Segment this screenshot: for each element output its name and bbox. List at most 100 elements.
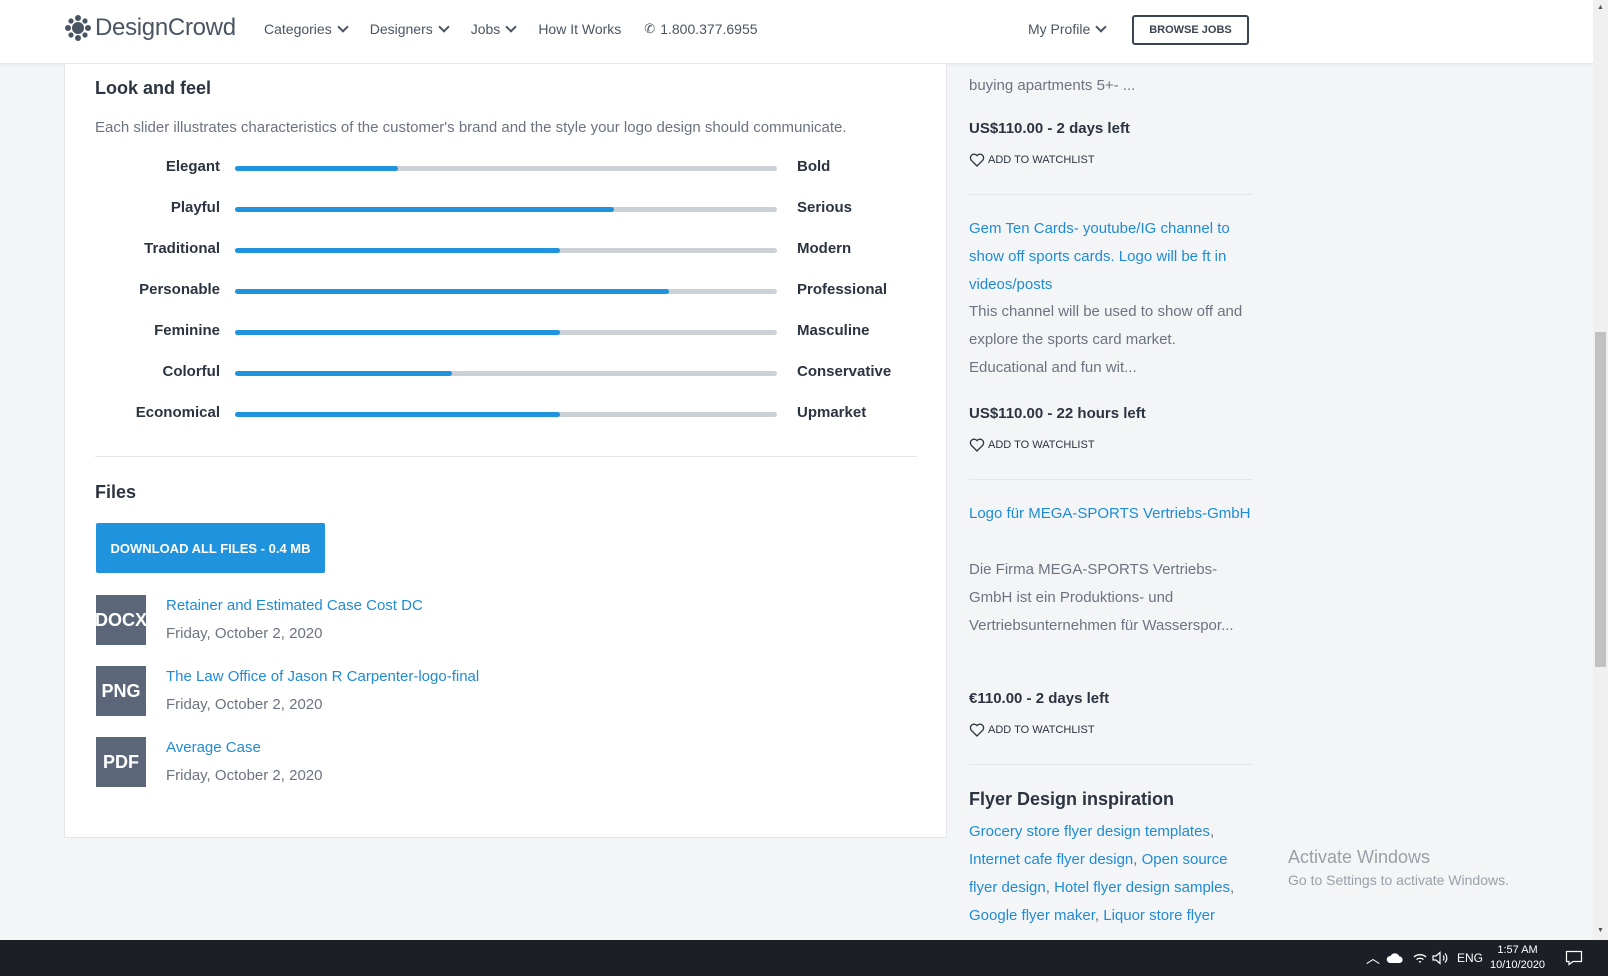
nav-how-it-works-label: How It Works: [538, 21, 622, 37]
chevron-down-icon: [337, 21, 349, 33]
slider-track: [235, 248, 777, 253]
slider-track: [235, 412, 777, 417]
inspiration-link[interactable]: Grocery store flyer design templates: [969, 823, 1210, 840]
file-item: PNG The Law Office of Jason R Carpenter-…: [96, 666, 596, 716]
job-divider: [969, 764, 1252, 765]
slider-right-label: Modern: [797, 240, 852, 257]
job-title-link[interactable]: Logo für MEGA-SPORTS Vertriebs-GmbH: [969, 500, 1252, 528]
slider-track: [235, 371, 777, 376]
file-name-link[interactable]: The Law Office of Jason R Carpenter-logo…: [166, 668, 479, 685]
file-item: DOCX Retainer and Estimated Case Cost DC…: [96, 595, 596, 645]
heart-icon: [969, 438, 985, 452]
file-name-link[interactable]: Retainer and Estimated Case Cost DC: [166, 597, 423, 614]
slider-left-label: Colorful: [162, 363, 221, 380]
slider-track: [235, 289, 777, 294]
brand-slider-row: Personable Professional: [65, 279, 948, 303]
png-file-icon: PNG: [96, 666, 146, 716]
clock-time: 1:57 AM: [1497, 944, 1538, 956]
add-to-watchlist-button[interactable]: ADD TO WATCHLIST: [969, 152, 1095, 168]
watchlist-label: ADD TO WATCHLIST: [988, 154, 1095, 166]
nav-categories[interactable]: Categories: [264, 21, 349, 37]
phone-number: 1.800.377.6955: [660, 21, 758, 37]
nav-how-it-works[interactable]: How It Works: [538, 21, 621, 37]
nav-designers-label: Designers: [369, 21, 433, 37]
slider-right-label: Conservative: [797, 363, 892, 380]
brief-card: Look and feel Each slider illustrates ch…: [64, 64, 947, 838]
heart-icon: [969, 153, 985, 167]
inspiration-link[interactable]: Google flyer maker: [969, 907, 1095, 924]
download-all-files-button[interactable]: DOWNLOAD ALL FILES - 0.4 MB: [96, 523, 325, 573]
slider-left-label: Personable: [139, 281, 220, 298]
nav-phone[interactable]: ✆ 1.800.377.6955: [644, 21, 757, 37]
nav-designers[interactable]: Designers: [369, 21, 450, 37]
job-divider: [969, 479, 1252, 480]
look-and-feel-title: Look and feel: [95, 78, 212, 98]
slider-right-label: Upmarket: [797, 404, 867, 421]
inspiration-link[interactable]: Hotel flyer design samples: [1054, 879, 1230, 896]
slider-left-label: Traditional: [144, 240, 220, 257]
brand-slider-row: Economical Upmarket: [65, 402, 948, 426]
activate-windows-title: Activate Windows: [1288, 847, 1431, 867]
file-item: PDF Average Case Friday, October 2, 2020: [96, 737, 596, 787]
page-scrollbar[interactable]: ▲ ▼: [1593, 0, 1608, 940]
brand-slider-row: Elegant Bold: [65, 156, 948, 180]
slider-fill: [235, 412, 561, 417]
slider-track: [235, 330, 777, 335]
main-nav: Categories Designers Jobs How It Works ✆…: [264, 21, 781, 37]
slider-fill: [235, 289, 669, 294]
browse-jobs-button[interactable]: BROWSE JOBS: [1132, 15, 1249, 45]
slider-right-label: Masculine: [797, 322, 870, 339]
chevron-up-icon[interactable]: ︿: [1366, 948, 1380, 968]
scroll-up-arrow-icon[interactable]: ▲: [1597, 4, 1604, 11]
clock-date: 10/10/2020: [1490, 959, 1546, 971]
chevron-down-icon: [505, 21, 517, 33]
nav-jobs[interactable]: Jobs: [471, 21, 517, 37]
job-description: This channel will be used to show off an…: [969, 303, 1243, 376]
slider-left-label: Feminine: [154, 322, 220, 339]
wifi-icon[interactable]: [1412, 951, 1428, 965]
brand-slider-row: Playful Serious: [65, 197, 948, 221]
inspiration-links: Grocery store flyer design templates, In…: [969, 823, 1235, 924]
docx-file-icon: DOCX: [96, 595, 146, 645]
slider-right-label: Professional: [797, 281, 888, 298]
add-to-watchlist-button[interactable]: ADD TO WATCHLIST: [969, 437, 1095, 453]
heart-icon: [969, 723, 985, 737]
phone-icon: ✆: [644, 21, 656, 36]
input-language[interactable]: ENG: [1457, 951, 1483, 965]
activate-windows-subtitle: Go to Settings to activate Windows.: [1288, 872, 1509, 888]
slider-fill: [235, 166, 398, 171]
chevron-down-icon: [1095, 21, 1107, 33]
brand-logo[interactable]: DesignCrowd: [64, 14, 236, 42]
add-to-watchlist-button[interactable]: ADD TO WATCHLIST: [969, 722, 1095, 738]
slider-right-label: Serious: [797, 199, 853, 216]
windows-taskbar: ︿ ENG 1:57 AM 10/10/2020: [0, 940, 1608, 976]
job-divider: [969, 194, 1252, 195]
job-description: Die Firma MEGA-SPORTS Vertriebs-GmbH ist…: [969, 561, 1234, 634]
slider-track: [235, 207, 777, 212]
job-title-link[interactable]: Gem Ten Cards- youtube/IG channel to sho…: [969, 215, 1252, 299]
inspiration-link[interactable]: Internet cafe flyer design: [969, 851, 1133, 868]
activate-windows-watermark: Activate Windows Go to Settings to activ…: [1288, 847, 1509, 888]
brand-slider-row: Feminine Masculine: [65, 320, 948, 344]
system-clock[interactable]: 1:57 AM 10/10/2020: [1490, 943, 1545, 973]
file-date: Friday, October 2, 2020: [166, 625, 323, 642]
brand-name: DesignCrowd: [95, 14, 236, 41]
look-and-feel-description: Each slider illustrates characteristics …: [95, 119, 847, 136]
job-description: buying apartments 5+- ...: [969, 77, 1136, 94]
flyer-inspiration-title: Flyer Design inspiration: [969, 789, 1175, 809]
nav-categories-label: Categories: [264, 21, 332, 37]
file-date: Friday, October 2, 2020: [166, 696, 323, 713]
slider-track: [235, 166, 777, 171]
inspiration-link[interactable]: Liquor store flyer: [1103, 907, 1215, 924]
pdf-file-icon: PDF: [96, 737, 146, 787]
scroll-thumb[interactable]: [1595, 332, 1606, 667]
brand-slider-row: Colorful Conservative: [65, 361, 948, 385]
scroll-down-arrow-icon[interactable]: ▼: [1597, 927, 1604, 934]
volume-icon[interactable]: [1432, 951, 1450, 965]
slider-left-label: Playful: [170, 199, 220, 216]
file-name-link[interactable]: Average Case: [166, 739, 261, 756]
my-profile-menu[interactable]: My Profile: [1028, 21, 1107, 37]
notifications-icon[interactable]: [1565, 950, 1583, 966]
onedrive-cloud-icon[interactable]: [1386, 952, 1404, 964]
section-divider: [95, 456, 917, 457]
